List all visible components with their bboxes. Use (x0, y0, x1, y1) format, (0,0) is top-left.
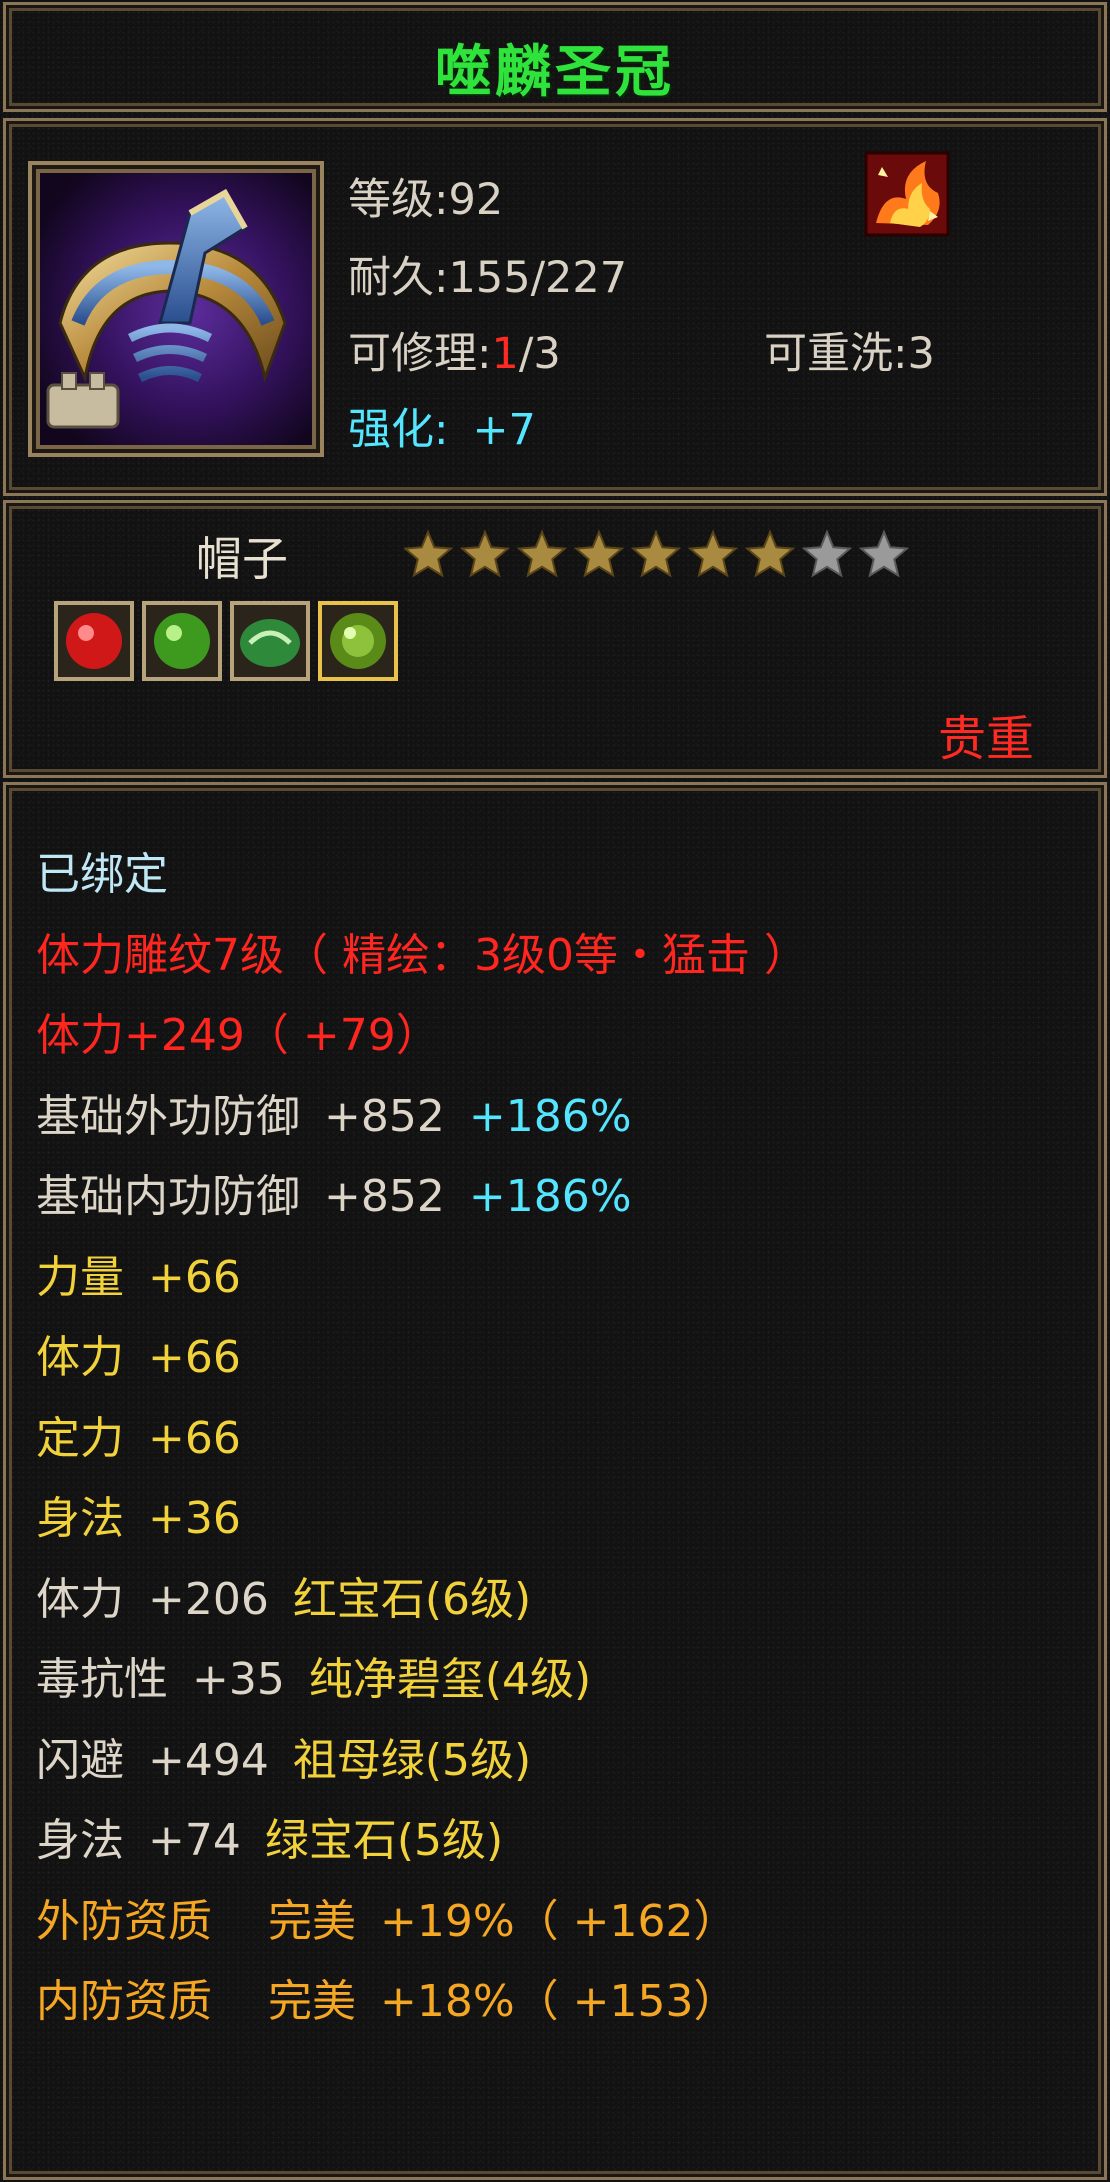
enhance-stat: 强化: +7 (348, 405, 536, 455)
enhance-label: 强化 (348, 405, 434, 455)
gem-name: 红宝石(6级) (292, 1573, 532, 1625)
gem-emerald-line: 闪避 +494 祖母绿(5级) (36, 1721, 1084, 1802)
jade-icon[interactable] (230, 601, 310, 681)
attr-value: +66 (148, 1251, 241, 1303)
star-filled-icon (516, 529, 568, 578)
repair-used: 1 (491, 329, 519, 379)
rarity-label: 贵重 (937, 711, 1034, 767)
green-gem-icon[interactable] (142, 601, 222, 681)
gem-tourmaline-line: 毒抗性 +35 纯净碧玺(4级) (36, 1640, 1084, 1721)
durability-stat: 耐久:155/227 (348, 253, 628, 303)
item-icon[interactable] (28, 161, 324, 457)
star-filled-icon (687, 529, 739, 578)
attr-name: 毒抗性 (36, 1654, 168, 1705)
attr-value: +494 (148, 1734, 269, 1786)
star-filled-icon (744, 529, 796, 578)
rewash-value: 3 (907, 329, 935, 379)
gem-green-line: 身法 +74 绿宝石(5级) (36, 1801, 1084, 1882)
crown-icon (46, 188, 287, 429)
attr-name: 身法 (36, 1493, 124, 1544)
attr-value: +206 (148, 1573, 269, 1625)
slot-label: 帽子 (196, 532, 288, 586)
int-quality-line: 内防资质 完美 +18%（ +153） (36, 1962, 1084, 2043)
attr-value: +852 (324, 1171, 445, 1222)
quality-grade: 完美 (268, 1895, 356, 1947)
enhance-value: +7 (472, 405, 536, 455)
attr-name: 基础内功防御 (36, 1171, 300, 1222)
durability-value: 155/227 (448, 253, 628, 303)
attr-name: 外防资质 (36, 1895, 212, 1947)
star-filled-icon (630, 529, 682, 578)
bound-status: 已绑定 (36, 849, 168, 900)
gem-slots (54, 599, 414, 689)
attr-value: +36 (148, 1493, 241, 1544)
star-filled-icon (404, 529, 454, 578)
attr-value: +66 (148, 1332, 241, 1383)
attr-value: +19%（ +162） (380, 1895, 738, 1947)
attr-name: 内防资质 (36, 1976, 212, 2027)
attr-name: 基础外功防御 (36, 1090, 300, 1142)
repair-stat: 可修理:1/3 (348, 329, 561, 379)
item-meta-panel: 帽子 贵重 (3, 500, 1107, 778)
star-empty-icon (801, 529, 853, 578)
attr-name: 体力 (36, 1332, 124, 1383)
star-filled-icon (573, 529, 625, 578)
emerald-icon[interactable] (318, 601, 398, 681)
rewash-stat: 可重洗:3 (764, 329, 935, 379)
gem-name: 祖母绿(5级) (292, 1734, 532, 1786)
attr-value: +35 (192, 1654, 285, 1705)
attr-value: +74 (148, 1815, 241, 1866)
engrave-line: 体力雕纹7级（ 精绘：3级0等・猛击 ） (36, 929, 808, 981)
attr-value: +66 (148, 1412, 241, 1464)
quality-grade: 完美 (268, 1976, 356, 2027)
star-rating (404, 529, 910, 578)
ext-def-line: 基础外功防御 +852 +186% (36, 1077, 1084, 1158)
title-panel: 噬麟圣冠 (3, 2, 1107, 112)
agility-line: 身法 +36 (36, 1479, 1084, 1560)
stamina-main-line: 体力+249（ +79） (36, 1010, 440, 1061)
level-stat: 等级:92 (348, 175, 504, 225)
attr-name: 力量 (36, 1251, 124, 1303)
strength-line: 力量 +66 (36, 1238, 1084, 1319)
attr-name: 体力 (36, 1573, 124, 1625)
attr-name: 定力 (36, 1412, 124, 1464)
rewash-label: 可重洗 (764, 329, 893, 379)
level-value: 92 (448, 175, 504, 225)
attr-percent: +186% (468, 1171, 632, 1222)
int-def-line: 基础内功防御 +852 +186% (36, 1157, 1084, 1238)
attributes-panel: 已绑定 体力雕纹7级（ 精绘：3级0等・猛击 ） 体力+249（ +79） 基础… (3, 782, 1107, 2180)
attr-value: +18%（ +153） (380, 1976, 738, 2027)
ext-quality-line: 外防资质 完美 +19%（ +162） (36, 1882, 1084, 1963)
item-info-panel: 等级:92 耐久:155/227 可修理:1/3 可重洗:3 强化: +7 (3, 118, 1107, 496)
star-empty-icon (858, 529, 910, 578)
gem-name: 纯净碧玺(4级) (308, 1654, 592, 1705)
item-name: 噬麟圣冠 (435, 40, 675, 105)
attr-name: 闪避 (36, 1734, 124, 1786)
durability-label: 耐久 (348, 253, 434, 303)
attr-name: 身法 (36, 1815, 124, 1866)
flame-badge-icon (864, 151, 950, 237)
attribute-list: 已绑定 体力雕纹7级（ 精绘：3级0等・猛击 ） 体力+249（ +79） 基础… (36, 835, 1084, 2043)
repair-total: /3 (518, 329, 561, 379)
attr-percent: +186% (468, 1090, 632, 1142)
star-filled-icon (459, 529, 511, 578)
gem-name: 绿宝石(5级) (264, 1815, 504, 1866)
level-label: 等级 (348, 175, 434, 225)
gem-ruby-line: 体力 +206 红宝石(6级) (36, 1560, 1084, 1641)
focus-line: 定力 +66 (36, 1399, 1084, 1480)
attr-value: +852 (324, 1090, 445, 1142)
ruby-icon[interactable] (54, 601, 134, 681)
stamina-line: 体力 +66 (36, 1318, 1084, 1399)
repair-label: 可修理 (348, 329, 477, 379)
